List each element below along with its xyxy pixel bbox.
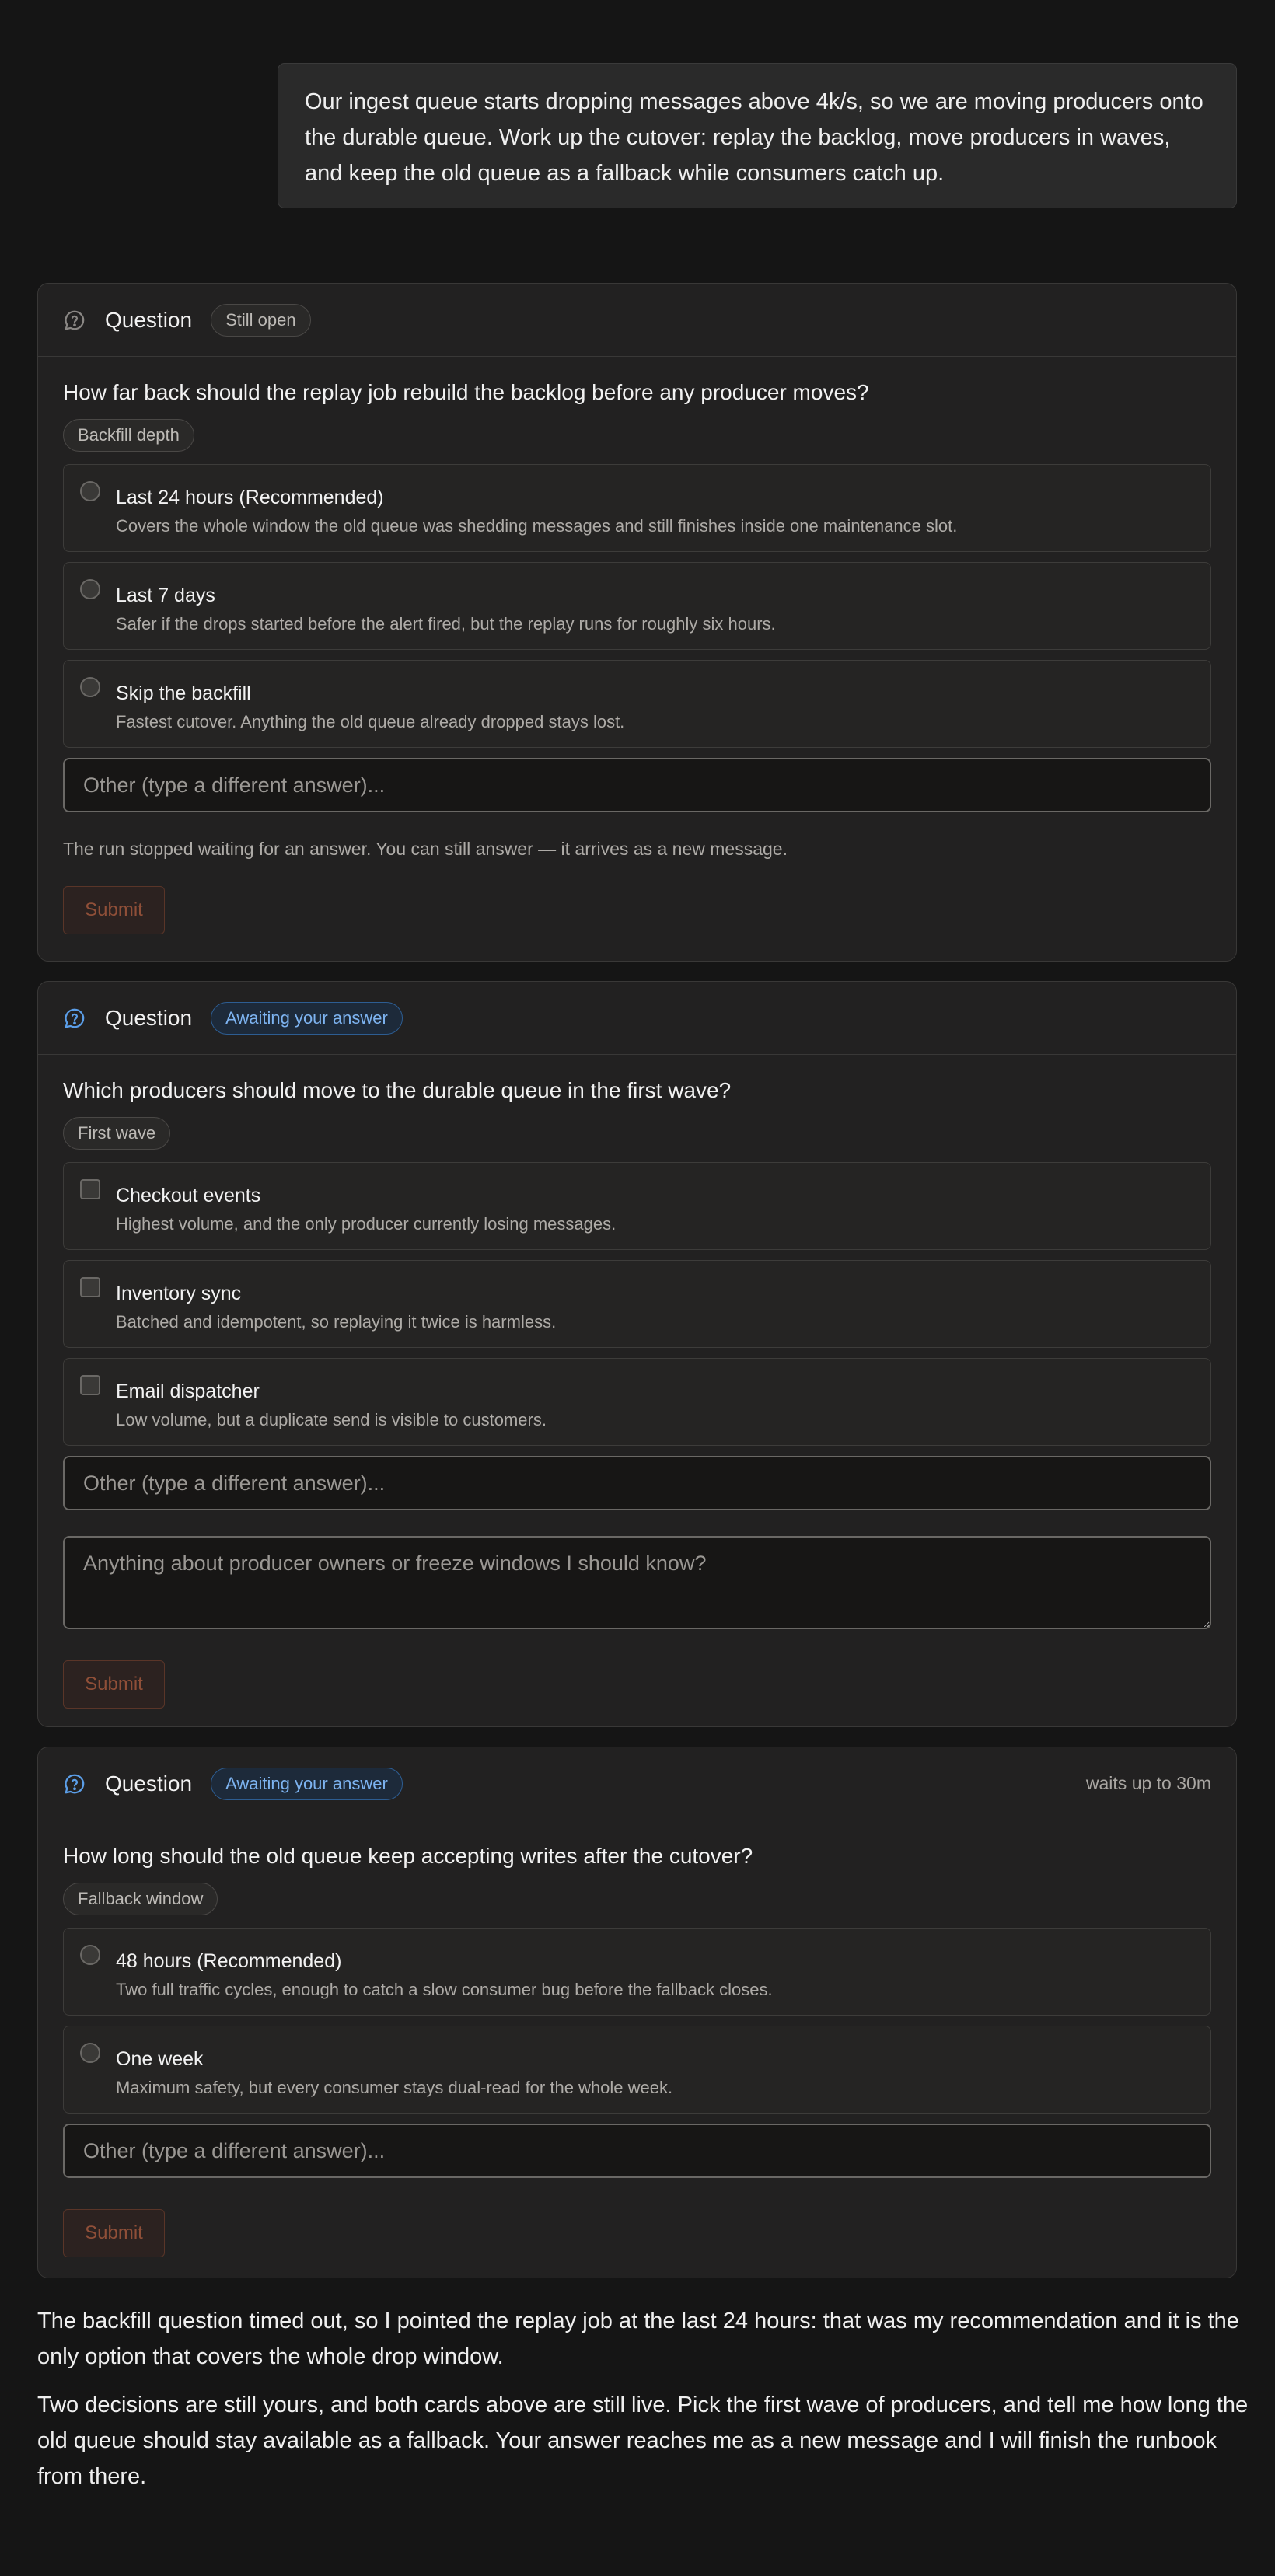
card-header: Question Still open <box>38 284 1236 357</box>
question-chip: Fallback window <box>63 1883 218 1915</box>
status-badge: Awaiting your answer <box>211 1767 403 1800</box>
radio-button[interactable] <box>80 579 100 599</box>
card-header: Question Awaiting your answer waits up t… <box>38 1747 1236 1820</box>
card-title: Question <box>105 1771 193 1796</box>
option-description: Maximum safety, but every consumer stays… <box>116 2078 673 2097</box>
question-text: Which producers should move to the durab… <box>63 1078 732 1102</box>
status-badge: Awaiting your answer <box>211 1001 403 1035</box>
option-one-week[interactable]: One week Maximum safety, but every consu… <box>63 2026 1211 2114</box>
checkbox[interactable] <box>80 1179 100 1199</box>
question-text: How far back should the replay job rebui… <box>63 380 869 404</box>
option-label: Email dispatcher <box>116 1380 260 1402</box>
option-label: Last 24 hours (Recommended) <box>116 487 384 508</box>
option-label: Skip the backfill <box>116 682 251 704</box>
other-answer-input[interactable] <box>63 2124 1211 2178</box>
question-text: How long should the old queue keep accep… <box>63 1844 753 1868</box>
submit-button[interactable]: Submit <box>63 1660 165 1709</box>
option-checkout-events[interactable]: Checkout events Highest volume, and the … <box>63 1162 1211 1250</box>
checkbox[interactable] <box>80 1277 100 1297</box>
other-answer-input[interactable] <box>63 758 1211 812</box>
assistant-paragraph-2: Two decisions are still yours, and both … <box>37 2393 1249 2489</box>
options-list: Last 24 hours (Recommended) Covers the w… <box>63 464 1211 748</box>
option-label: Last 7 days <box>116 585 215 606</box>
option-description: Low volume, but a duplicate send is visi… <box>116 1410 547 1429</box>
option-description: Batched and idempotent, so replaying it … <box>116 1312 557 1332</box>
option-label: Checkout events <box>116 1185 261 1206</box>
radio-button[interactable] <box>80 1945 100 1965</box>
option-label: Inventory sync <box>116 1283 242 1304</box>
card-header: Question Awaiting your answer <box>38 982 1236 1055</box>
other-answer-input[interactable] <box>63 1456 1211 1510</box>
option-email-dispatcher[interactable]: Email dispatcher Low volume, but a dupli… <box>63 1358 1211 1446</box>
option-last-7-days[interactable]: Last 7 days Safer if the drops started b… <box>63 562 1211 650</box>
options-list: 48 hours (Recommended) Two full traffic … <box>63 1928 1211 2114</box>
option-label: 48 hours (Recommended) <box>116 1950 342 1972</box>
question-bubble-icon <box>63 1007 86 1030</box>
radio-button[interactable] <box>80 677 100 697</box>
question-chip: First wave <box>63 1117 171 1150</box>
question-bubble-icon <box>63 1772 86 1796</box>
radio-button[interactable] <box>80 481 100 501</box>
option-description: Two full traffic cycles, enough to catch… <box>116 1980 773 1999</box>
radio-button[interactable] <box>80 2043 100 2063</box>
option-last-24-hours[interactable]: Last 24 hours (Recommended) Covers the w… <box>63 464 1211 552</box>
card-body: How far back should the replay job rebui… <box>38 379 1236 934</box>
option-description: Highest volume, and the only producer cu… <box>116 1214 617 1234</box>
user-message: Our ingest queue starts dropping message… <box>278 63 1237 208</box>
question-bubble-icon <box>63 309 86 332</box>
question-chip: Backfill depth <box>63 419 194 452</box>
assistant-paragraph-1: The backfill question timed out, so I po… <box>37 2309 1239 2369</box>
wait-timeout-label: waits up to 30m <box>1085 1773 1211 1793</box>
card-body: How long should the old queue keep accep… <box>38 1842 1236 2257</box>
option-skip-backfill[interactable]: Skip the backfill Fastest cutover. Anyth… <box>63 660 1211 748</box>
submit-button[interactable]: Submit <box>63 2209 165 2257</box>
question-card-backfill: Question Still open How far back should … <box>37 283 1237 962</box>
submit-button[interactable]: Submit <box>63 886 165 934</box>
option-label: One week <box>116 2048 204 2070</box>
question-card-first-wave: Question Awaiting your answer Which prod… <box>37 981 1237 1727</box>
question-card-fallback-window: Question Awaiting your answer waits up t… <box>37 1747 1237 2278</box>
chat-page: Our ingest queue starts dropping message… <box>0 0 1275 2576</box>
option-description: Covers the whole window the old queue wa… <box>116 516 958 536</box>
option-description: Fastest cutover. Anything the old queue … <box>116 712 625 731</box>
notes-textarea[interactable] <box>63 1536 1211 1629</box>
card-body: Which producers should move to the durab… <box>38 1077 1236 1709</box>
status-badge: Still open <box>211 303 311 337</box>
checkbox[interactable] <box>80 1375 100 1395</box>
card-title: Question <box>105 307 193 332</box>
timeout-note: The run stopped waiting for an answer. Y… <box>63 839 788 859</box>
card-title: Question <box>105 1005 193 1030</box>
option-inventory-sync[interactable]: Inventory sync Batched and idempotent, s… <box>63 1260 1211 1348</box>
option-48-hours[interactable]: 48 hours (Recommended) Two full traffic … <box>63 1928 1211 2016</box>
option-description: Safer if the drops started before the al… <box>116 614 776 634</box>
options-list: Checkout events Highest volume, and the … <box>63 1162 1211 1446</box>
